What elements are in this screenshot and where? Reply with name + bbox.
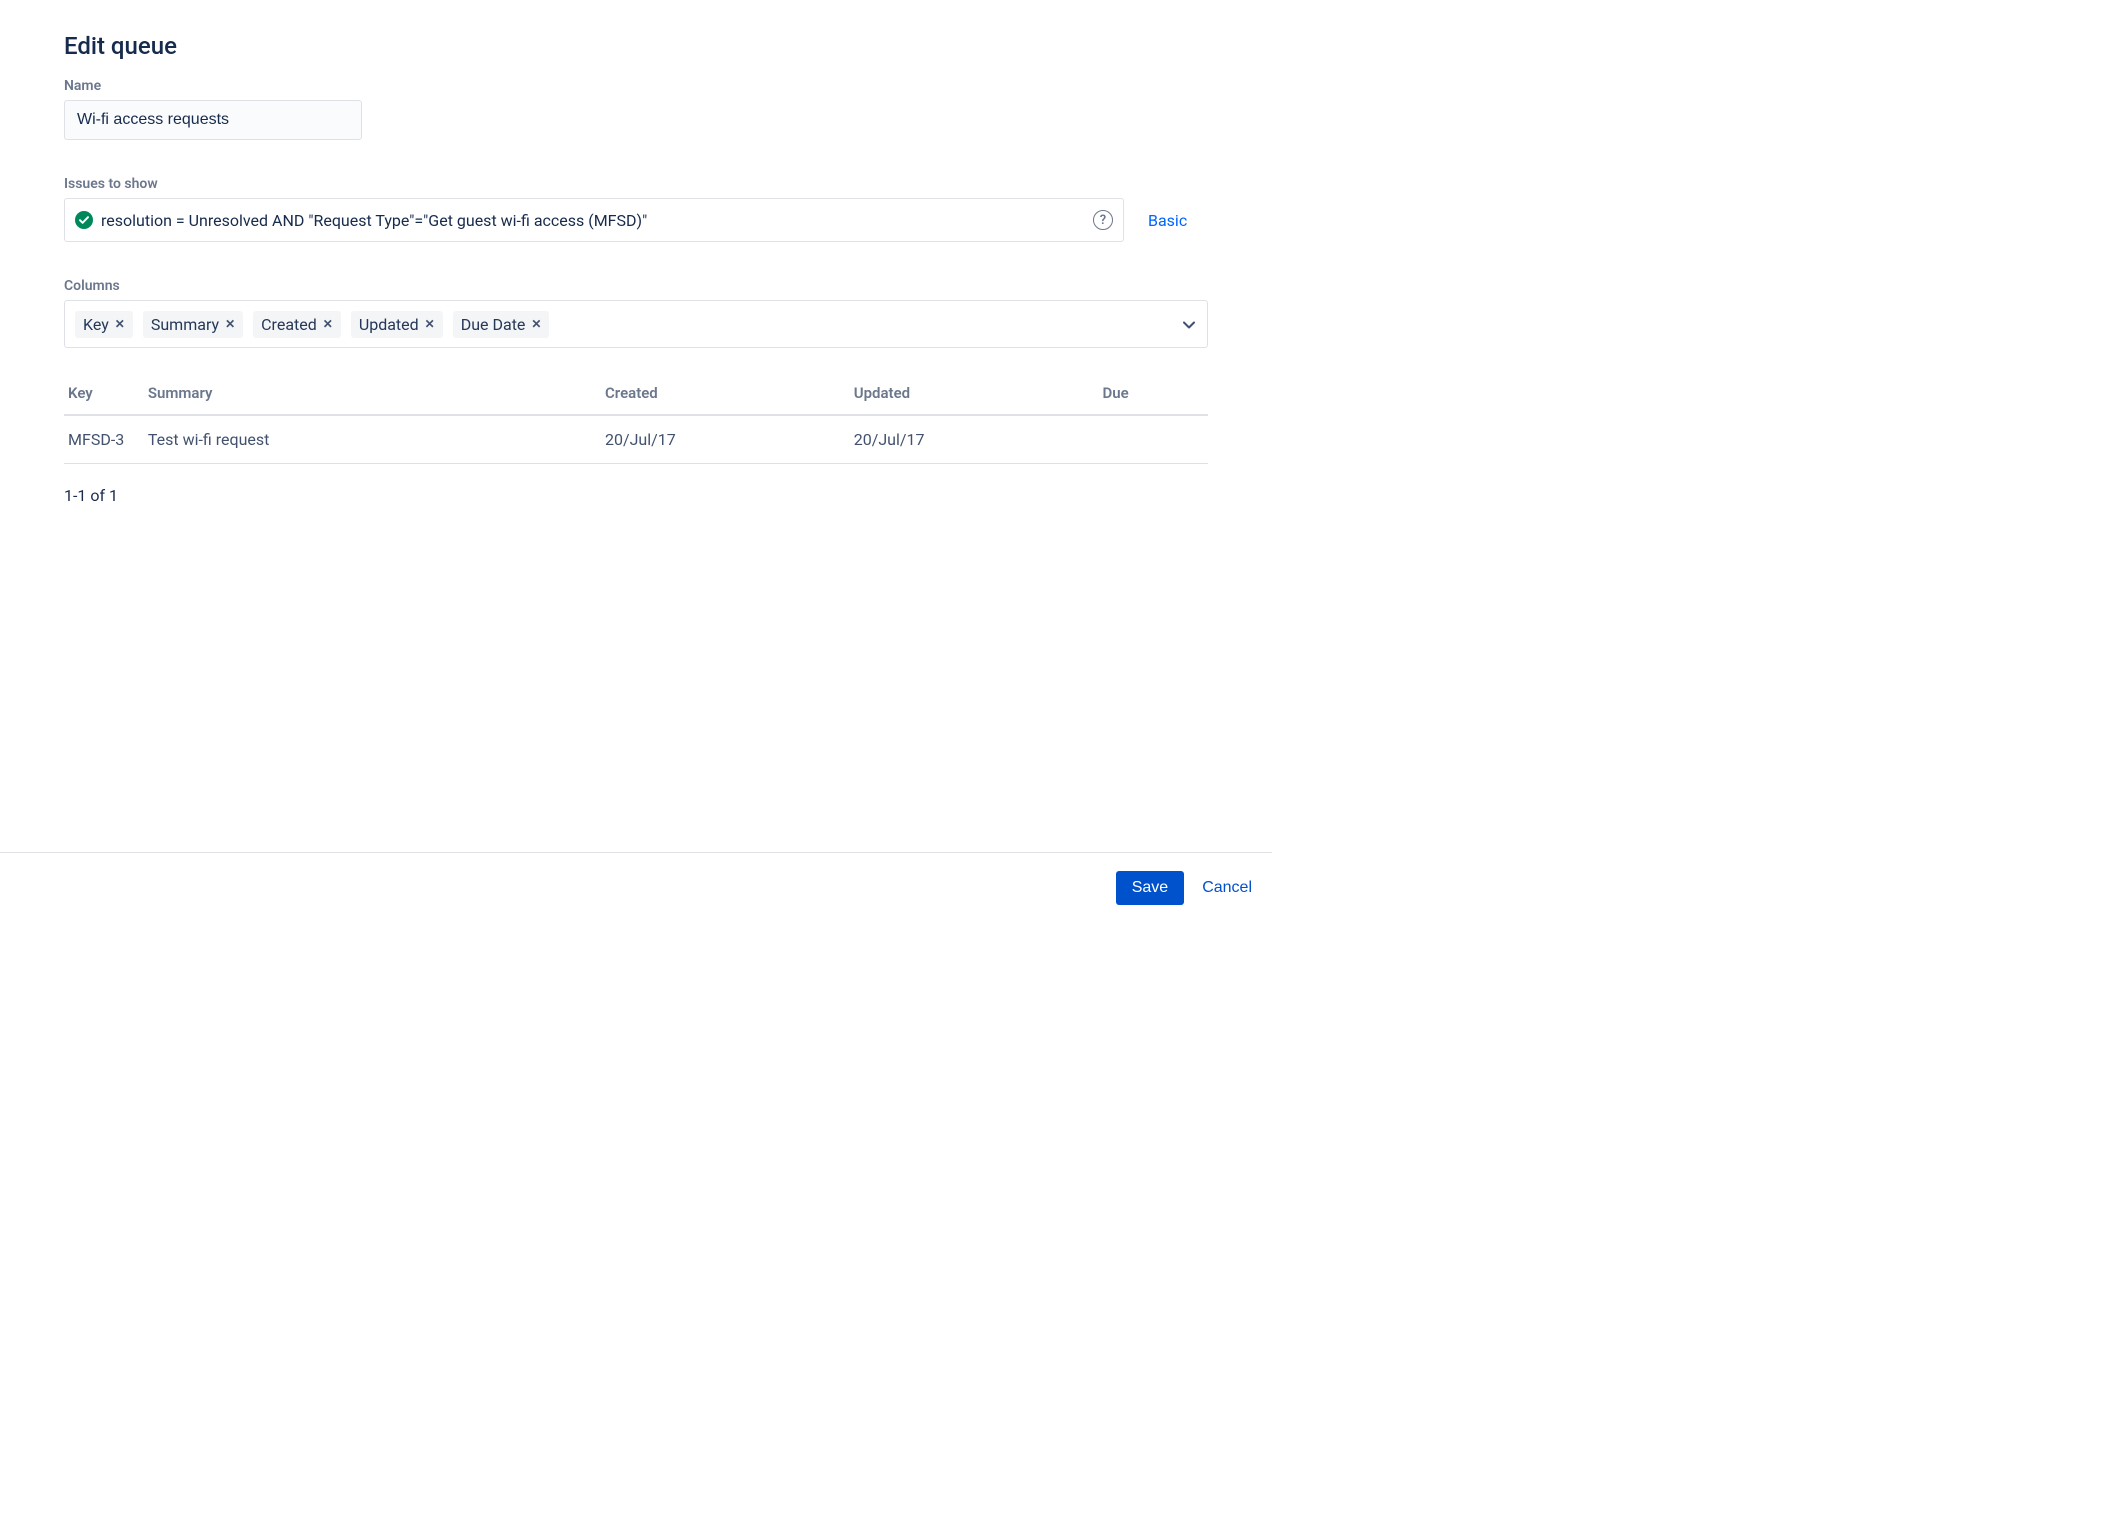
summary-cell: Test wi-fi request <box>144 415 601 464</box>
table-header-summary[interactable]: Summary <box>144 372 601 415</box>
check-circle-icon <box>75 211 93 229</box>
pagination-text: 1-1 of 1 <box>64 486 1208 505</box>
preview-table: Key Summary Created Updated Due MFSD-3 T… <box>64 372 1208 464</box>
table-header-created[interactable]: Created <box>601 372 850 415</box>
column-tag-label: Key <box>83 315 109 334</box>
page-title: Edit queue <box>64 32 1208 60</box>
created-cell: 20/Jul/17 <box>601 415 850 464</box>
column-tag-label: Summary <box>151 315 219 334</box>
jql-text: resolution = Unresolved AND "Request Typ… <box>101 211 1093 230</box>
table-header-key[interactable]: Key <box>64 372 144 415</box>
column-tag-label: Created <box>261 315 317 334</box>
cancel-button[interactable]: Cancel <box>1202 879 1252 897</box>
table-header-due[interactable]: Due <box>1099 372 1209 415</box>
column-tag-due-date[interactable]: Due Date ✕ <box>453 311 550 338</box>
columns-picker[interactable]: Key ✕ Summary ✕ Created ✕ Updated ✕ Due … <box>64 300 1208 348</box>
help-icon[interactable]: ? <box>1093 210 1113 230</box>
name-label: Name <box>64 78 1208 94</box>
columns-label: Columns <box>64 278 1208 294</box>
column-tag-created[interactable]: Created ✕ <box>253 311 341 338</box>
close-icon[interactable]: ✕ <box>115 317 125 331</box>
footer-actions: Save Cancel <box>0 852 1272 921</box>
column-tag-summary[interactable]: Summary ✕ <box>143 311 243 338</box>
jql-input[interactable]: resolution = Unresolved AND "Request Typ… <box>64 198 1124 242</box>
column-tag-key[interactable]: Key ✕ <box>75 311 133 338</box>
table-header-row: Key Summary Created Updated Due <box>64 372 1208 415</box>
queue-name-input[interactable] <box>64 100 362 140</box>
close-icon[interactable]: ✕ <box>531 317 541 331</box>
basic-toggle-link[interactable]: Basic <box>1148 211 1187 230</box>
save-button[interactable]: Save <box>1116 871 1184 905</box>
column-tag-label: Updated <box>359 315 419 334</box>
updated-cell: 20/Jul/17 <box>850 415 1099 464</box>
due-cell <box>1099 415 1209 464</box>
issues-to-show-label: Issues to show <box>64 176 1208 192</box>
table-row[interactable]: MFSD-3 Test wi-fi request 20/Jul/17 20/J… <box>64 415 1208 464</box>
column-tag-updated[interactable]: Updated ✕ <box>351 311 443 338</box>
close-icon[interactable]: ✕ <box>425 317 435 331</box>
column-tag-label: Due Date <box>461 315 526 334</box>
issue-key-cell[interactable]: MFSD-3 <box>64 415 144 464</box>
table-header-updated[interactable]: Updated <box>850 372 1099 415</box>
close-icon[interactable]: ✕ <box>323 317 333 331</box>
chevron-down-icon[interactable] <box>1183 315 1195 334</box>
close-icon[interactable]: ✕ <box>225 317 235 331</box>
